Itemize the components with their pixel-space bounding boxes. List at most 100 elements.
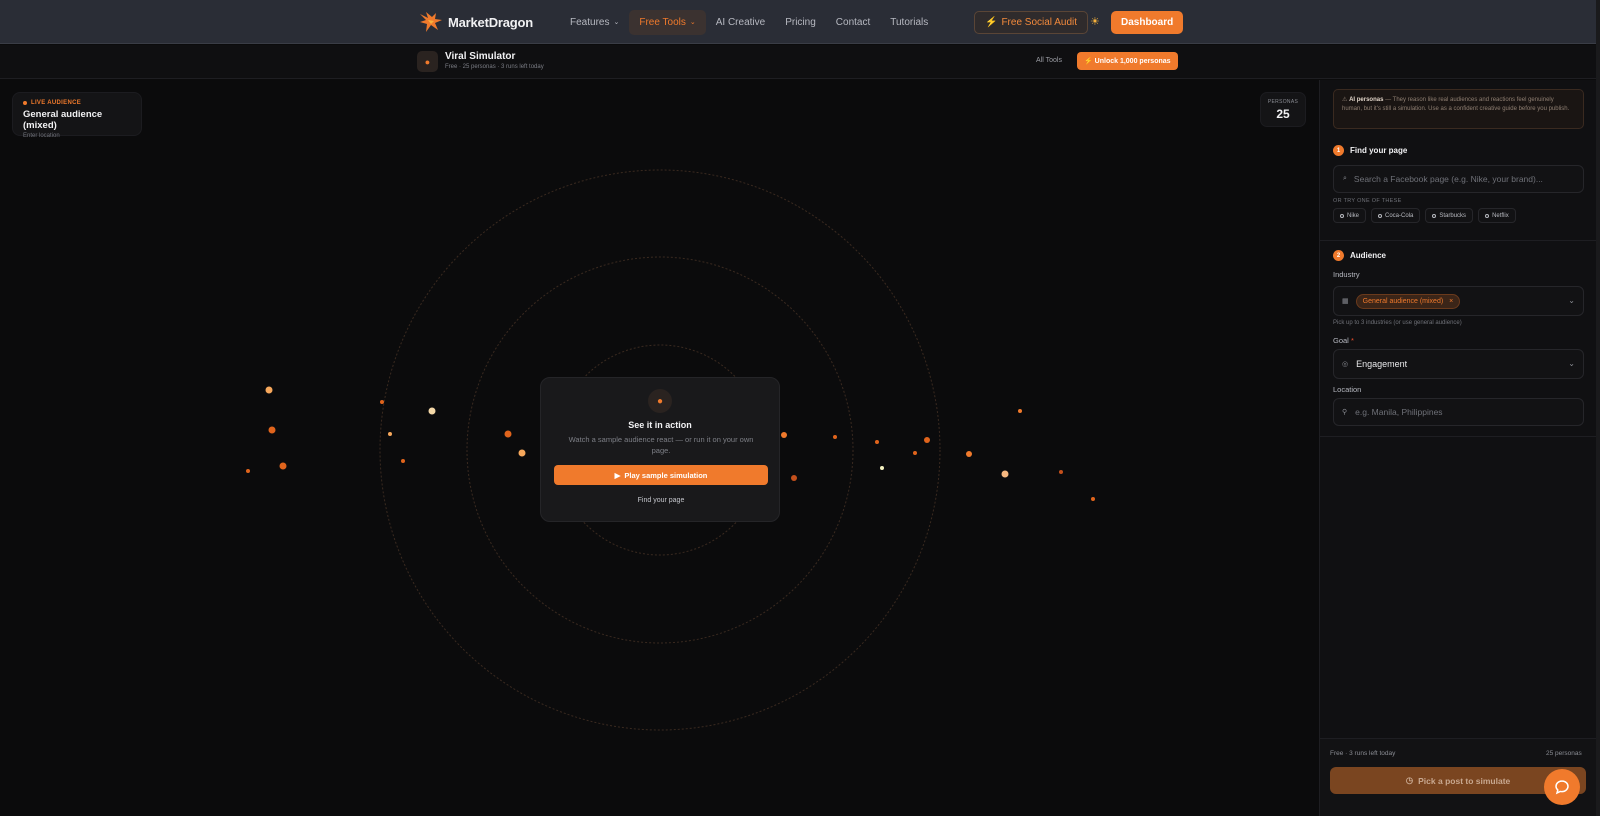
brand-name: MarketDragon — [448, 14, 534, 30]
all-tools-link[interactable]: All Tools — [1036, 57, 1062, 64]
industry-label: Industry — [1333, 270, 1360, 279]
suggestion-chip[interactable]: Starbucks — [1425, 208, 1474, 223]
goal-select[interactable]: ◎ Engagement ⌄ — [1333, 349, 1584, 379]
personas-value: 25 — [1276, 107, 1290, 121]
tool-title: Viral Simulator — [445, 51, 516, 62]
remove-tag-icon[interactable]: × — [1449, 298, 1453, 305]
nav-ai-creative-label: AI Creative — [715, 16, 766, 28]
nav-free-tools[interactable]: Free Tools ⌄ — [629, 9, 706, 35]
theme-toggle-sun-icon[interactable]: ☀ — [1090, 15, 1100, 28]
nav-free-tools-label: Free Tools — [639, 16, 686, 28]
goal-label-text: Goal — [1333, 336, 1349, 345]
chevron-down-icon: ⌄ — [613, 19, 620, 26]
top-navigation: MarketDragon Features ⌄ Free Tools ⌄ AI … — [0, 0, 1596, 44]
nav-pricing-label: Pricing — [785, 16, 816, 28]
bolt-icon: ⚡ — [985, 17, 998, 28]
facebook-page-search-input[interactable]: ⌕ Search a Facebook page (e.g. Nike, you… — [1333, 165, 1584, 193]
play-sample-simulation-button[interactable]: ▶ Play sample simulation — [554, 465, 768, 485]
bolt-icon: ⚡ — [1084, 58, 1093, 65]
location-input[interactable]: ⚲ e.g. Manila, Philippines — [1333, 398, 1584, 426]
audience-title: General audience (mixed) — [23, 109, 103, 131]
play-icon: ▶ — [614, 470, 621, 480]
find-your-page-button[interactable]: Find your page — [554, 491, 768, 509]
nav-features-label: Features — [570, 16, 610, 28]
industry-select[interactable]: ▦ General audience (mixed) × ⌄ — [1333, 286, 1584, 316]
play-label: Play sample simulation — [624, 470, 708, 480]
target-icon: ◎ — [1342, 361, 1349, 368]
circle-icon — [1432, 213, 1437, 218]
personas-count-text: 25 personas — [1546, 750, 1582, 757]
personas-count-card: PERSONAS 25 — [1260, 92, 1306, 127]
page-suggestions: Nike Coca-Cola Starbucks Netflix — [1333, 208, 1516, 223]
dragon-logo-icon — [420, 12, 442, 32]
suggestion-chip[interactable]: Netflix — [1478, 208, 1516, 223]
step-title: Find your page — [1350, 146, 1408, 155]
page-scrollbar[interactable] — [1596, 0, 1600, 816]
industry-hint: Pick up to 3 industries (or use general … — [1333, 320, 1462, 326]
clock-icon: ◷ — [1405, 775, 1414, 785]
search-placeholder: Search a Facebook page (e.g. Nike, your … — [1353, 174, 1543, 184]
free-social-audit-button[interactable]: ⚡ Free Social Audit — [974, 11, 1089, 34]
chat-bubble-icon — [1555, 780, 1569, 795]
industry-tag: General audience (mixed) × — [1355, 293, 1461, 309]
audit-label: Free Social Audit — [1001, 17, 1078, 28]
flame-icon: ● — [648, 389, 672, 413]
goal-label: Goal * — [1333, 336, 1354, 345]
circle-icon — [1340, 213, 1344, 218]
section-divider — [1320, 240, 1597, 241]
brand-logo[interactable]: MarketDragon — [418, 10, 533, 34]
chevron-down-icon: ⌄ — [689, 19, 696, 26]
step-title: Audience — [1350, 251, 1387, 260]
tool-subtitle: Free · 25 personas · 3 runs left today — [445, 64, 544, 70]
suggestion-label: Netflix — [1492, 212, 1509, 219]
audience-location: Enter location — [23, 133, 60, 139]
see-it-in-action-card: ● See it in action Watch a sample audien… — [540, 377, 780, 522]
dashboard-button[interactable]: Dashboard — [1111, 11, 1184, 34]
circle-icon — [1378, 213, 1383, 218]
step-audience-heading: 2 Audience — [1333, 250, 1386, 261]
suggestions-label: OR TRY ONE OF THESE — [1333, 198, 1402, 204]
nav-tutorials[interactable]: Tutorials — [880, 10, 938, 35]
building-icon: ▦ — [1342, 298, 1349, 305]
card-description: Watch a sample audience react — or run i… — [568, 435, 754, 455]
industry-tag-label: General audience (mixed) — [1362, 297, 1444, 305]
step-number: 2 — [1333, 250, 1344, 261]
card-title: See it in action — [628, 420, 692, 430]
nav-features[interactable]: Features ⌄ — [560, 10, 629, 35]
suggestion-label: Starbucks — [1439, 212, 1467, 219]
suggestion-chip[interactable]: Nike — [1333, 208, 1367, 223]
suggestion-label: Nike — [1347, 212, 1360, 219]
runs-left-text: Free · 3 runs left today — [1330, 750, 1396, 757]
nav-contact-label: Contact — [835, 16, 871, 28]
location-label: Location — [1333, 385, 1362, 394]
notice-title: AI personas — [1349, 97, 1384, 103]
flame-icon: ● — [417, 51, 438, 72]
unlock-personas-button[interactable]: ⚡ Unlock 1,000 personas — [1077, 52, 1178, 70]
map-pin-icon: ⚲ — [1342, 409, 1348, 416]
nav-contact[interactable]: Contact — [826, 10, 880, 35]
section-divider — [1320, 436, 1597, 437]
step-find-page-heading: 1 Find your page — [1333, 145, 1407, 156]
chat-support-button[interactable] — [1544, 769, 1580, 805]
required-marker: * — [1350, 336, 1354, 345]
search-icon: ⌕ — [1343, 175, 1347, 182]
settings-panel: ⚠ AI personas — They reason like real au… — [1319, 80, 1597, 816]
live-audience-card: LIVE AUDIENCE General audience (mixed) E… — [12, 92, 142, 139]
tool-header: ● Viral Simulator Free · 25 personas · 3… — [0, 45, 1596, 79]
live-audience-label: LIVE AUDIENCE — [31, 100, 82, 106]
main-nav: Features ⌄ Free Tools ⌄ AI Creative Pric… — [560, 0, 938, 44]
personas-label: PERSONAS — [1267, 99, 1299, 105]
suggestion-chip[interactable]: Coca-Cola — [1371, 208, 1421, 223]
viral-simulator-page: MarketDragon Features ⌄ Free Tools ⌄ AI … — [0, 0, 1600, 816]
ai-personas-notice: ⚠ AI personas — They reason like real au… — [1333, 89, 1584, 129]
simulation-canvas: LIVE AUDIENCE General audience (mixed) E… — [0, 80, 1318, 816]
warning-icon: ⚠ — [1342, 97, 1348, 103]
circle-icon — [1485, 213, 1490, 218]
nav-pricing[interactable]: Pricing — [775, 10, 826, 35]
live-indicator-dot — [23, 101, 27, 105]
goal-value: Engagement — [1356, 359, 1408, 369]
nav-tutorials-label: Tutorials — [890, 16, 929, 28]
nav-ai-creative[interactable]: AI Creative — [706, 10, 775, 35]
location-placeholder: e.g. Manila, Philippines — [1355, 407, 1443, 417]
live-audience-label-row: LIVE AUDIENCE — [23, 100, 131, 106]
